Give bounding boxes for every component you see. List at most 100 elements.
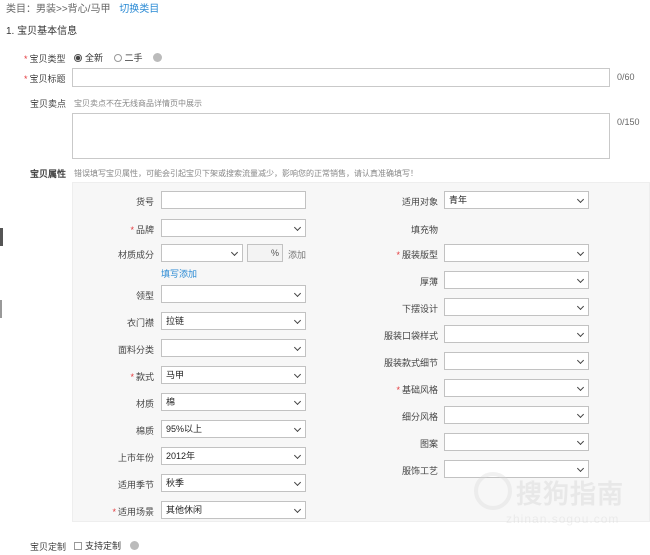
attr-select-year[interactable]: 2012年 (161, 447, 306, 465)
help-icon[interactable] (129, 541, 139, 550)
material-percent-input[interactable]: % (247, 244, 283, 262)
attr-label-fabric: 面料分类 (117, 345, 154, 355)
attr-label-hem: 下摆设计 (401, 304, 438, 314)
chevron-down-icon (293, 343, 302, 352)
attr-select-brand[interactable] (161, 219, 306, 237)
attr-label-season: 适用季节 (117, 480, 154, 490)
attr-select-placket[interactable]: 拉链 (161, 312, 306, 330)
chevron-down-icon (576, 329, 585, 338)
selling-point-label: 宝贝卖点 (30, 99, 67, 109)
attr-label-craft: 服饰工艺 (401, 466, 438, 476)
attr-label-filling: 填充物 (410, 225, 438, 235)
chevron-down-icon (230, 248, 239, 257)
section-title: 1. 宝贝基本信息 (6, 26, 78, 37)
attributes-warning: 错误填写宝贝属性，可能会引起宝贝下架或搜索流量减少，影响您的正常销售，请认真准确… (74, 169, 418, 178)
select-value: 2012年 (166, 451, 196, 461)
watermark-logo-icon (474, 472, 512, 510)
chevron-down-icon (576, 248, 585, 257)
attr-label-detail: 服装款式细节 (383, 358, 438, 368)
attr-select-season[interactable]: 秋季 (161, 474, 306, 492)
radio-off-icon (113, 54, 122, 62)
select-value: 马甲 (166, 370, 185, 380)
watermark-text: 搜狗指南 (516, 479, 625, 509)
attr-label-placket: 衣门襟 (126, 318, 154, 328)
chevron-down-icon (576, 383, 585, 392)
attr-select-thickness[interactable] (444, 271, 589, 289)
material-add-button[interactable]: 添加 (288, 248, 306, 261)
chevron-down-icon (293, 478, 302, 487)
attr-label-pocket: 服装口袋样式 (383, 331, 438, 341)
attr-label-cotton: 棉质 (135, 426, 154, 436)
attr-label-scene: * 适用场景 (112, 507, 154, 517)
select-value: 青年 (449, 195, 468, 205)
attr-label-material: 材质成分 (117, 250, 154, 260)
chevron-down-icon (576, 410, 585, 419)
attr-select-sub_style[interactable] (444, 406, 589, 424)
chevron-down-icon (576, 195, 585, 204)
customize-label: 宝贝定制 (30, 542, 67, 552)
chevron-down-icon (293, 370, 302, 379)
radio-used[interactable]: 二手 (113, 53, 143, 63)
breadcrumb: 类目：男装>>背心/马甲 切换类目 (6, 0, 159, 15)
attr-select-material[interactable] (161, 244, 243, 262)
select-value: 拉链 (166, 316, 185, 326)
attr-label-goods_no: 货号 (135, 197, 154, 207)
radio-new[interactable]: 全新 (74, 53, 103, 63)
selling-point-textarea[interactable] (72, 113, 610, 159)
chevron-down-icon (293, 424, 302, 433)
attr-select-style[interactable]: 马甲 (161, 366, 306, 384)
selling-point-counter: 0/150 (617, 117, 640, 127)
select-value: 其他休闲 (166, 505, 203, 515)
watermark: 搜狗指南 zhinan.sogou.com (470, 470, 640, 530)
attr-label-texture: 材质 (135, 399, 154, 409)
chevron-down-icon (293, 505, 302, 514)
chevron-down-icon (576, 437, 585, 446)
item-title-input[interactable] (72, 68, 610, 87)
attr-label-target: 适用对象 (401, 197, 438, 207)
customize-option[interactable]: 支持定制 (74, 539, 139, 552)
checkbox-icon[interactable] (74, 542, 82, 550)
attr-input-goods_no[interactable] (161, 191, 306, 209)
attr-select-scene[interactable]: 其他休闲 (161, 501, 306, 519)
attr-label-style: * 款式 (130, 372, 154, 382)
select-value: 棉 (166, 397, 176, 407)
select-value: 秋季 (166, 478, 185, 488)
attr-label-collar: 领型 (135, 291, 154, 301)
chevron-down-icon (293, 397, 302, 406)
title-counter: 0/60 (617, 72, 635, 82)
attr-label-fit: * 服装版型 (396, 250, 438, 260)
select-value: 95%以上 (166, 424, 203, 434)
selling-point-hint: 宝贝卖点不在无线商品详情页中展示 (74, 99, 202, 108)
attr-select-collar[interactable] (161, 285, 306, 303)
item-title-label: * 宝贝标题 (24, 74, 66, 84)
chevron-down-icon (293, 223, 302, 232)
watermark-url: zhinan.sogou.com (506, 512, 620, 526)
attr-select-hem[interactable] (444, 298, 589, 316)
attr-select-basic_style[interactable] (444, 379, 589, 397)
attr-select-fabric[interactable] (161, 339, 306, 357)
chevron-down-icon (576, 302, 585, 311)
attr-select-detail[interactable] (444, 352, 589, 370)
switch-category-link[interactable]: 切换类目 (119, 4, 159, 15)
attr-select-cotton[interactable]: 95%以上 (161, 420, 306, 438)
fill-add-link[interactable]: 填写添加 (161, 267, 197, 280)
help-icon[interactable] (153, 53, 163, 62)
attr-label-year: 上市年份 (117, 453, 154, 463)
attr-select-pocket[interactable] (444, 325, 589, 343)
chevron-down-icon (293, 289, 302, 298)
chevron-down-icon (576, 356, 585, 365)
attr-select-texture[interactable]: 棉 (161, 393, 306, 411)
attr-label-thickness: 厚薄 (419, 277, 438, 287)
chevron-down-icon (293, 451, 302, 460)
customize-checkbox-label: 支持定制 (85, 541, 122, 551)
chevron-down-icon (293, 316, 302, 325)
chevron-down-icon (576, 275, 585, 284)
attr-select-fit[interactable] (444, 244, 589, 262)
attr-select-target[interactable]: 青年 (444, 191, 589, 209)
item-type-label: * 宝贝类型 (24, 54, 66, 64)
attr-label-sub_style: 细分风格 (401, 412, 438, 422)
attr-select-pattern[interactable] (444, 433, 589, 451)
attributes-label: 宝贝属性 (30, 169, 67, 179)
category-path: 类目：男装>>背心/马甲 (6, 4, 111, 15)
attr-label-pattern: 图案 (419, 439, 438, 449)
